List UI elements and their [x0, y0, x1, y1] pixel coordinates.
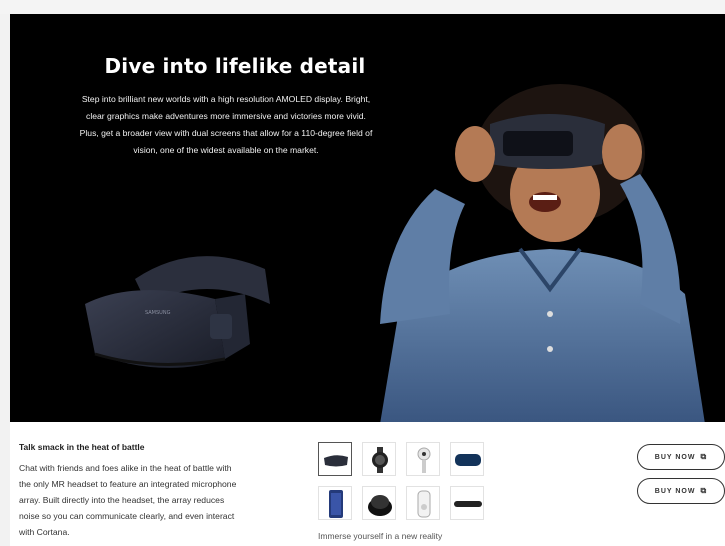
hero-description: Step into brilliant new worlds with a hi… [79, 94, 373, 155]
watch-icon [372, 447, 388, 473]
gallery-caption: Immerse yourself in a new reality [318, 531, 443, 541]
camera-icon [417, 447, 431, 473]
hero-banner: Dive into lifelike detail Step into bril… [10, 14, 725, 422]
thumbnail-wireless-charger[interactable] [362, 486, 396, 520]
person-with-headset-image [380, 84, 705, 422]
thumbnail-phone-blue[interactable] [318, 486, 352, 520]
phone-icon [329, 490, 343, 518]
buy-now-button[interactable]: BUY NOW ⧉ [637, 444, 725, 470]
thumbnail-white-speaker[interactable] [406, 486, 440, 520]
charger-icon [368, 495, 392, 516]
external-link-icon: ⧉ [700, 486, 708, 495]
thumbnail-smartwatch[interactable] [362, 442, 396, 476]
buy-now-label: BUY NOW [654, 453, 696, 461]
soundbar-icon [454, 501, 482, 507]
feature-description: Chat with friends and foes alike in the … [19, 463, 237, 537]
feature-section: Talk smack in the heat of battle Chat wi… [10, 422, 725, 546]
thumbnail-blue-case[interactable] [450, 442, 484, 476]
speaker-icon [417, 490, 431, 518]
thumbnail-sound-bar[interactable] [450, 486, 484, 520]
headset-icon [324, 455, 348, 467]
vr-headset-image: SAMSUNG [85, 256, 270, 368]
buy-now-label-2: BUY NOW [654, 487, 696, 495]
feature-title: Talk smack in the heat of battle [19, 442, 145, 452]
case-icon [455, 454, 481, 466]
thumbnail-360-camera[interactable] [406, 442, 440, 476]
top-strip [0, 0, 725, 14]
thumbnail-gear-vr-headset[interactable] [318, 442, 352, 476]
external-link-icon: ⧉ [700, 452, 708, 461]
buy-now-button-2[interactable]: BUY NOW ⧉ [637, 478, 725, 504]
headset-brand: SAMSUNG [145, 310, 171, 316]
